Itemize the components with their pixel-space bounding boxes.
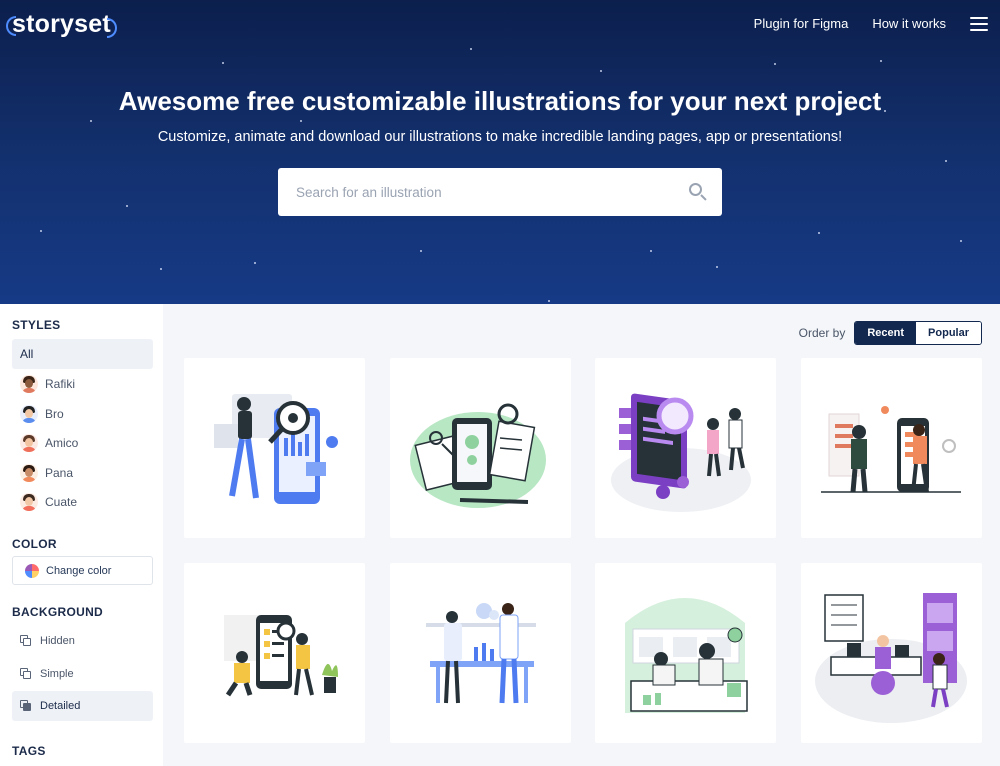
search-input[interactable] <box>296 184 688 200</box>
order-by-control: Order by Recent Popular <box>799 321 982 345</box>
background-label: Hidden <box>40 635 75 647</box>
layers-icon <box>20 635 32 647</box>
search-icon[interactable] <box>688 182 708 202</box>
style-label: Cuate <box>45 495 78 509</box>
background-detailed[interactable]: Detailed <box>12 691 153 721</box>
layers-icon <box>20 700 32 712</box>
illustration-card[interactable] <box>801 563 982 743</box>
style-all[interactable]: All <box>12 339 153 369</box>
logo-arc-left <box>6 16 16 36</box>
pana-avatar-icon <box>20 464 38 482</box>
star <box>650 250 652 252</box>
scientists-lab-illustration-icon <box>426 603 536 704</box>
star <box>880 60 882 62</box>
phone-checklist-people-illustration-icon <box>224 615 338 697</box>
hero-subtitle: Customize, animate and download our illu… <box>157 129 843 145</box>
nav-how-it-works[interactable]: How it works <box>872 16 946 31</box>
nav-plugin-for-figma[interactable]: Plugin for Figma <box>754 16 849 31</box>
code-review-team-illustration-icon <box>611 393 751 512</box>
star <box>774 63 776 65</box>
style-label: Pana <box>45 466 74 480</box>
styles-heading: STYLES <box>12 318 61 332</box>
illustration-card[interactable] <box>390 358 571 538</box>
order-by-label: Order by <box>798 326 846 340</box>
style-amico[interactable]: Amico <box>12 428 153 458</box>
star <box>470 48 472 50</box>
color-wheel-icon <box>25 563 39 578</box>
amico-avatar-icon <box>20 434 38 452</box>
mobile-app-team-illustration-icon <box>821 406 961 493</box>
star <box>160 268 162 270</box>
style-bro[interactable]: Bro <box>12 399 153 429</box>
logo-arc-right <box>106 18 117 38</box>
star <box>126 205 128 207</box>
style-rafiki[interactable]: Rafiki <box>12 369 153 399</box>
style-label: All <box>20 347 34 361</box>
hamburger-menu-icon[interactable] <box>970 16 988 31</box>
order-recent-button[interactable]: Recent <box>855 322 917 344</box>
star <box>40 230 42 232</box>
star <box>716 266 718 268</box>
star <box>600 70 602 72</box>
filter-sidebar: STYLES All Rafiki Bro Amico Pana Cuate C… <box>0 304 163 766</box>
background-label: Detailed <box>40 700 81 712</box>
background-hidden[interactable]: Hidden <box>12 626 153 656</box>
layers-icon <box>20 668 32 680</box>
star <box>548 300 550 302</box>
style-label: Bro <box>45 407 64 421</box>
storyset-logo[interactable]: storyset <box>6 10 117 39</box>
order-popular-button[interactable]: Popular <box>916 322 981 344</box>
order-toggle: Recent Popular <box>854 321 982 345</box>
style-cuate[interactable]: Cuate <box>12 487 153 517</box>
chemistry-lab-illustration-icon <box>625 598 748 713</box>
star <box>420 250 422 252</box>
star <box>254 262 256 264</box>
illustration-card[interactable] <box>184 358 365 538</box>
illustration-card[interactable] <box>801 358 982 538</box>
illustration-card[interactable] <box>390 563 571 743</box>
star <box>960 240 962 242</box>
star <box>818 232 820 234</box>
background-simple[interactable]: Simple <box>12 659 153 689</box>
illustration-card[interactable] <box>595 358 776 538</box>
style-pana[interactable]: Pana <box>12 458 153 488</box>
style-label: Amico <box>45 436 79 450</box>
style-label: Rafiki <box>45 377 76 391</box>
hero-banner: storyset Plugin for Figma How it works A… <box>0 0 1000 304</box>
change-color-button[interactable]: Change color <box>12 556 153 585</box>
research-lab-office-illustration-icon <box>815 593 967 723</box>
color-heading: COLOR <box>12 537 57 551</box>
rafiki-avatar-icon <box>20 375 38 393</box>
tags-heading: TAGS <box>12 744 46 758</box>
star <box>945 160 947 162</box>
illustration-card[interactable] <box>595 563 776 743</box>
bro-avatar-icon <box>20 405 38 423</box>
star <box>300 120 302 122</box>
change-color-label: Change color <box>46 564 112 577</box>
illustration-card[interactable] <box>184 563 365 743</box>
background-label: Simple <box>40 668 74 680</box>
top-navigation: Plugin for Figma How it works <box>754 16 988 31</box>
cuate-avatar-icon <box>20 493 38 511</box>
search-box <box>278 168 722 216</box>
background-heading: BACKGROUND <box>12 605 103 619</box>
bug-search-illustration-icon <box>214 394 338 504</box>
phone-settings-checklist-illustration-icon <box>410 403 546 508</box>
star <box>90 120 92 122</box>
star <box>222 62 224 64</box>
logo-wordmark: storyset <box>6 10 117 39</box>
hero-title: Awesome free customizable illustrations … <box>118 86 882 116</box>
